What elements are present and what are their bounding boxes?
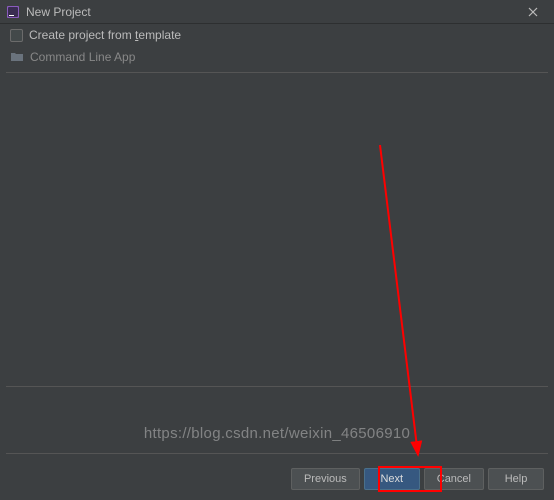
dialog-button-row: Previous Next Cancel Help (291, 468, 544, 490)
template-checkbox[interactable] (10, 29, 23, 42)
cancel-button[interactable]: Cancel (424, 468, 484, 490)
next-button[interactable]: Next (364, 468, 420, 490)
close-icon (528, 7, 538, 17)
watermark-text: https://blog.csdn.net/weixin_46506910 (144, 425, 410, 442)
previous-button[interactable]: Previous (291, 468, 360, 490)
template-option-row: Create project from template (0, 24, 554, 46)
window-title: New Project (26, 5, 518, 19)
help-button[interactable]: Help (488, 468, 544, 490)
titlebar: New Project (0, 0, 554, 24)
close-button[interactable] (518, 0, 548, 24)
template-item-label: Command Line App (30, 50, 135, 64)
template-checkbox-label: Create project from template (29, 28, 181, 42)
template-list-item[interactable]: Command Line App (0, 46, 554, 68)
app-icon (6, 5, 20, 19)
content-area (6, 72, 548, 454)
folder-icon (10, 50, 24, 64)
